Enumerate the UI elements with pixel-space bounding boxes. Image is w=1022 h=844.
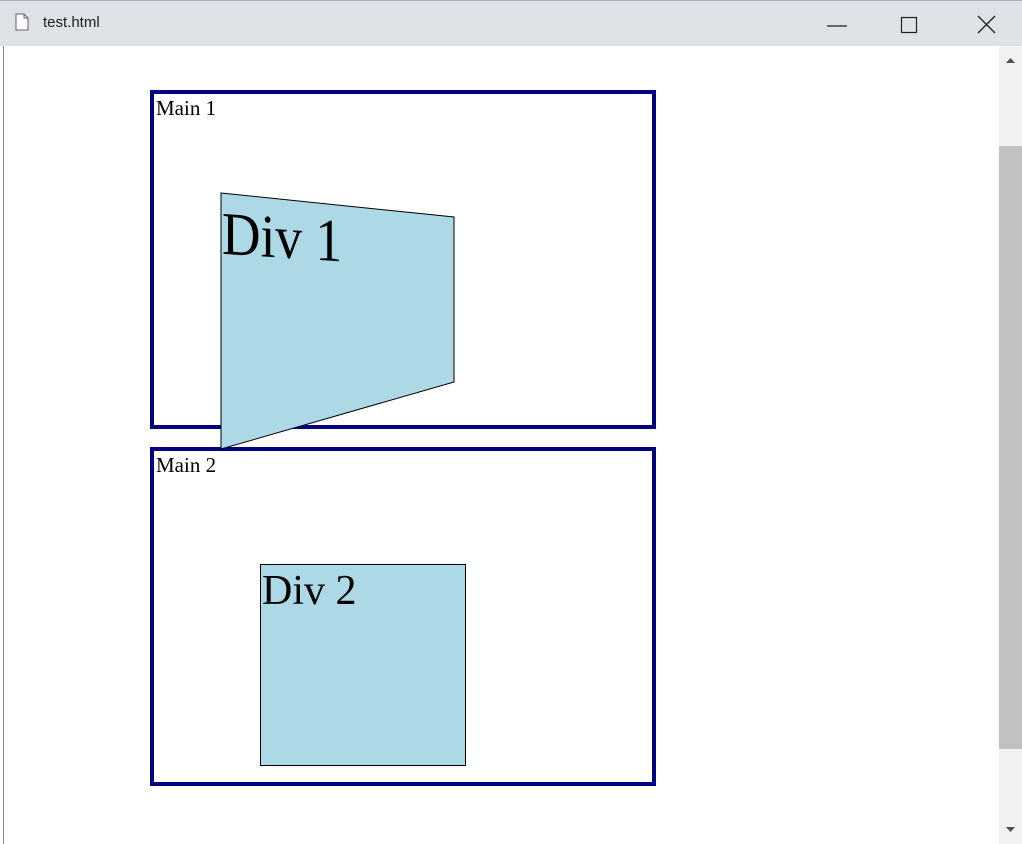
scrollbar-thumb[interactable] xyxy=(999,146,1022,749)
title-bar[interactable]: test.html xyxy=(0,0,1022,46)
div-1-box: Div 1 xyxy=(220,192,455,450)
scroll-up-arrow-icon[interactable] xyxy=(999,50,1022,70)
div-1-label: Div 1 xyxy=(222,201,342,276)
window-title: test.html xyxy=(43,14,100,31)
file-icon xyxy=(15,13,29,31)
maximize-icon xyxy=(900,16,918,34)
close-button[interactable] xyxy=(963,1,1009,47)
scroll-down-arrow-icon[interactable] xyxy=(999,820,1022,840)
browser-window: test.html Main 1 Main 2 Div 2 Div 1 xyxy=(0,0,1022,844)
minimize-button[interactable] xyxy=(815,1,861,47)
minimize-icon xyxy=(827,25,847,27)
maximize-button[interactable] xyxy=(884,1,930,47)
close-icon xyxy=(977,15,996,34)
page-content: Main 1 Main 2 Div 2 Div 1 xyxy=(0,46,1022,844)
vertical-scrollbar[interactable] xyxy=(999,46,1022,844)
